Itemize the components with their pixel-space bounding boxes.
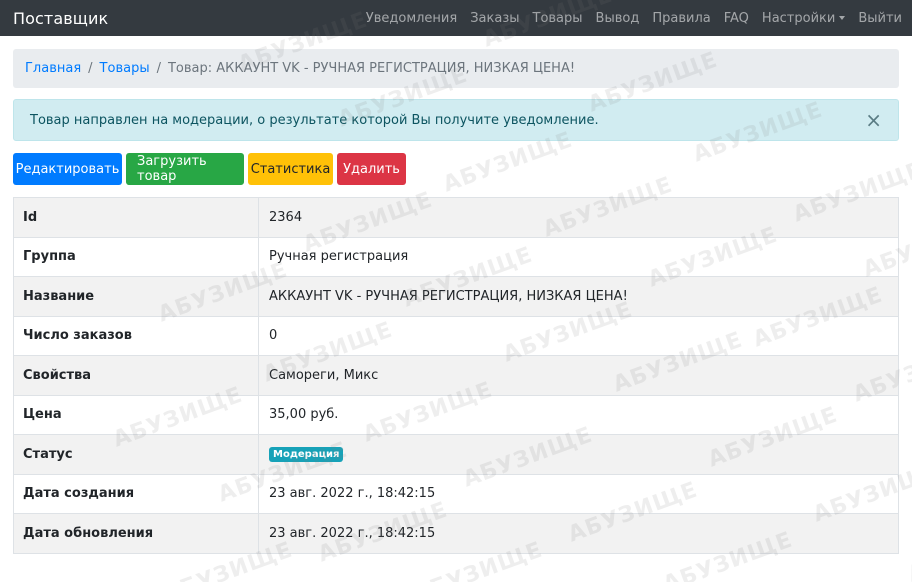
navbar-brand[interactable]: Поставщик <box>13 9 108 28</box>
nav-logout[interactable]: Выйти <box>858 11 902 26</box>
breadcrumb-products[interactable]: Товары <box>100 61 150 76</box>
table-row: Id 2364 <box>13 197 899 238</box>
row-value: 23 авг. 2022 г., 18:42:15 <box>258 473 899 514</box>
row-value: Ручная регистрация <box>258 236 899 277</box>
row-label: Цена <box>13 394 259 435</box>
row-label: Дата обновления <box>13 513 259 554</box>
close-icon[interactable]: × <box>865 110 882 130</box>
nav-orders[interactable]: Заказы <box>470 11 519 26</box>
table-row: Число заказов 0 <box>13 315 899 356</box>
row-value: 0 <box>258 315 899 356</box>
row-label: Статус <box>13 434 259 475</box>
row-value: Модерация <box>258 434 899 475</box>
nav-settings-dropdown[interactable]: Настройки <box>761 10 846 26</box>
row-label: Группа <box>13 236 259 277</box>
table-row: Статус Модерация <box>13 434 899 475</box>
status-badge: Модерация <box>269 447 344 463</box>
row-label: Число заказов <box>13 315 259 356</box>
nav-rules[interactable]: Правила <box>652 11 710 26</box>
nav-withdraw[interactable]: Вывод <box>596 11 640 26</box>
top-navbar: Поставщик Уведомления Заказы Товары Выво… <box>0 0 912 36</box>
statistics-button[interactable]: Статистика <box>248 153 333 185</box>
nav-settings-label: Настройки <box>761 10 836 26</box>
row-label: Свойства <box>13 355 259 396</box>
table-row: Дата обновления 23 авг. 2022 г., 18:42:1… <box>13 513 899 554</box>
nav-faq[interactable]: FAQ <box>724 11 749 26</box>
table-row: Свойства Самореги, Микс <box>13 355 899 396</box>
table-row: Группа Ручная регистрация <box>13 236 899 277</box>
table-row: Название АККАУНТ VK - РУЧНАЯ РЕГИСТРАЦИЯ… <box>13 276 899 317</box>
action-buttons: Редактировать Загрузить товар Статистика… <box>13 153 899 185</box>
row-value: 23 авг. 2022 г., 18:42:15 <box>258 513 899 554</box>
breadcrumb-separator: / <box>88 61 93 76</box>
breadcrumb-home[interactable]: Главная <box>25 61 81 76</box>
row-value: 35,00 руб. <box>258 394 899 435</box>
nav-products[interactable]: Товары <box>533 11 583 26</box>
table-row: Дата создания 23 авг. 2022 г., 18:42:15 <box>13 473 899 514</box>
upload-product-button[interactable]: Загрузить товар <box>126 153 244 185</box>
row-label: Дата создания <box>13 473 259 514</box>
row-value: АККАУНТ VK - РУЧНАЯ РЕГИСТРАЦИЯ, НИЗКАЯ … <box>258 276 899 317</box>
navbar-menu: Уведомления Заказы Товары Вывод Правила … <box>366 11 902 26</box>
breadcrumb-current: Товар: АККАУНТ VK - РУЧНАЯ РЕГИСТРАЦИЯ, … <box>167 61 576 76</box>
edit-button[interactable]: Редактировать <box>13 153 122 185</box>
breadcrumb: Главная / Товары / Товар: АККАУНТ VK - Р… <box>13 49 899 88</box>
row-label: Id <box>13 197 259 238</box>
row-value: 2364 <box>258 197 899 238</box>
alert-message: Товар направлен на модерации, о результа… <box>30 112 599 128</box>
row-value: Самореги, Микс <box>258 355 899 396</box>
table-row: Цена 35,00 руб. <box>13 394 899 435</box>
delete-button[interactable]: Удалить <box>337 153 406 185</box>
nav-notifications[interactable]: Уведомления <box>366 11 457 26</box>
caret-down-icon <box>839 15 846 20</box>
breadcrumb-separator: / <box>156 61 161 76</box>
product-details-table: Id 2364 Группа Ручная регистрация Назван… <box>13 197 899 554</box>
moderation-alert: Товар направлен на модерации, о результа… <box>13 99 899 141</box>
row-label: Название <box>13 276 259 317</box>
main-container: Главная / Товары / Товар: АККАУНТ VK - Р… <box>0 49 912 554</box>
